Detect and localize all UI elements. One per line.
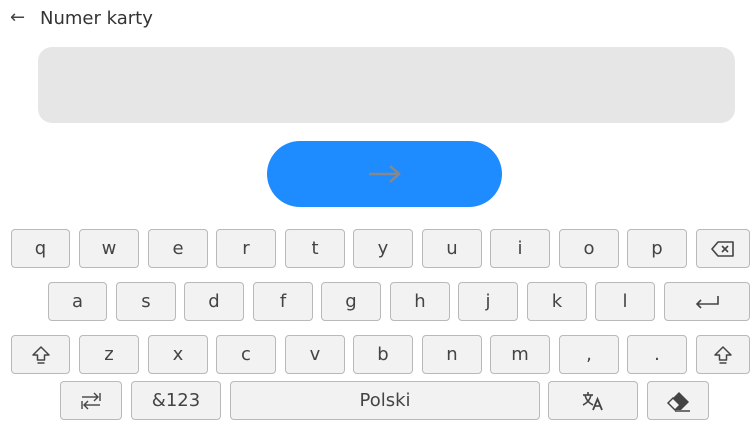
header: ← Numer karty: [10, 6, 153, 30]
key-b[interactable]: b: [353, 335, 413, 374]
key-x[interactable]: x: [148, 335, 208, 374]
shift-key-left[interactable]: [11, 335, 70, 374]
key-i[interactable]: i: [490, 229, 550, 268]
key-c[interactable]: c: [216, 335, 276, 374]
translate-icon: [582, 391, 603, 410]
shift-key-right[interactable]: [696, 335, 750, 374]
key-o[interactable]: o: [559, 229, 619, 268]
enter-key[interactable]: [664, 282, 750, 321]
arrow-right-icon: [368, 165, 401, 183]
key-y[interactable]: y: [353, 229, 413, 268]
key-d[interactable]: d: [184, 282, 244, 321]
submit-button[interactable]: [267, 141, 502, 207]
key-e[interactable]: e: [148, 229, 208, 268]
shift-icon: [714, 345, 732, 364]
shift-icon: [31, 345, 50, 364]
backspace-icon: [711, 240, 734, 257]
key-n[interactable]: n: [422, 335, 482, 374]
key-k[interactable]: k: [527, 282, 587, 321]
key-a[interactable]: a: [48, 282, 107, 321]
card-number-input[interactable]: [38, 47, 735, 123]
key-q[interactable]: q: [11, 229, 70, 268]
keyboard-switch-key[interactable]: [60, 381, 122, 420]
key-l[interactable]: l: [595, 282, 655, 321]
key-p[interactable]: p: [627, 229, 687, 268]
key-g[interactable]: g: [321, 282, 381, 321]
key-w[interactable]: w: [79, 229, 139, 268]
backspace-key[interactable]: [696, 229, 750, 268]
key-m[interactable]: m: [490, 335, 550, 374]
key-comma[interactable]: ,: [559, 335, 619, 374]
key-h[interactable]: h: [390, 282, 450, 321]
translate-key[interactable]: [548, 381, 638, 420]
symbols-key[interactable]: &123: [131, 381, 221, 420]
key-r[interactable]: r: [216, 229, 276, 268]
key-z[interactable]: z: [79, 335, 139, 374]
key-v[interactable]: v: [285, 335, 345, 374]
space-key[interactable]: Polski: [230, 381, 540, 420]
key-j[interactable]: j: [458, 282, 518, 321]
key-u[interactable]: u: [422, 229, 482, 268]
key-period[interactable]: .: [627, 335, 687, 374]
key-t[interactable]: t: [285, 229, 345, 268]
page-title: Numer karty: [40, 7, 153, 29]
keyboard-switch-icon: [81, 392, 101, 409]
enter-icon: [695, 295, 719, 309]
arrow-left-icon[interactable]: ←: [10, 9, 32, 27]
key-s[interactable]: s: [116, 282, 176, 321]
eraser-icon: [666, 391, 690, 412]
eraser-key[interactable]: [647, 381, 709, 420]
key-f[interactable]: f: [253, 282, 313, 321]
